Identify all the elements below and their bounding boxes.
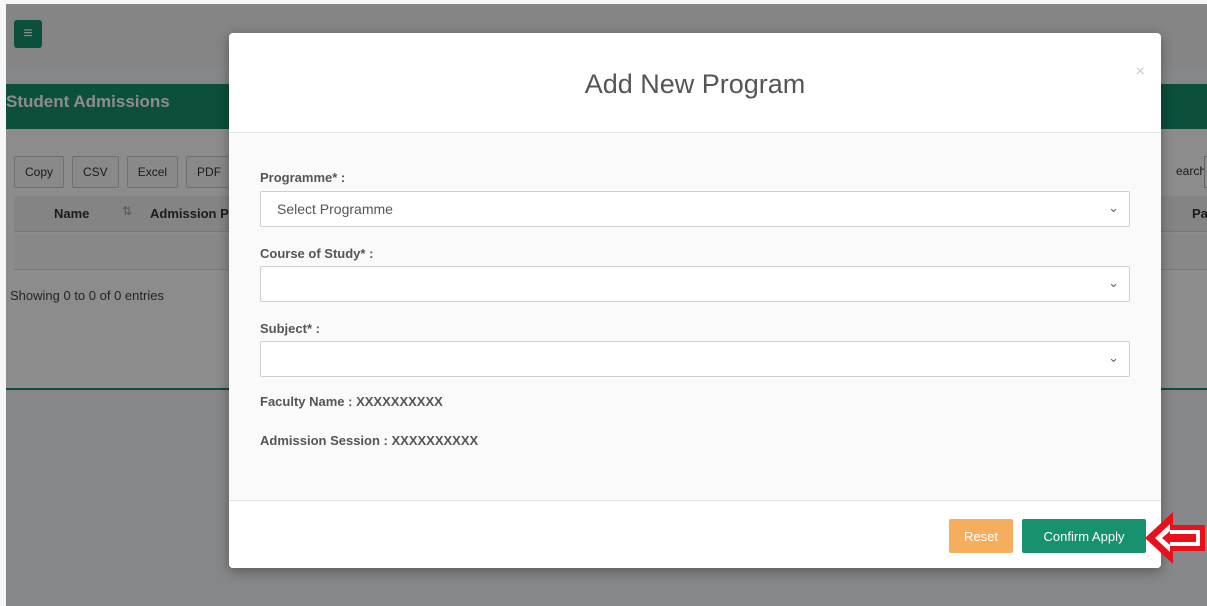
programme-label: Programme* : [260, 170, 346, 185]
add-program-modal: Add New Program × Programme* : Select Pr… [229, 33, 1161, 568]
chevron-down-icon: ⌄ [1108, 200, 1119, 215]
course-label: Course of Study* : [260, 246, 374, 261]
chevron-down-icon: ⌄ [1108, 350, 1119, 365]
programme-select[interactable]: Select Programme ⌄ [260, 191, 1130, 227]
modal-body: Programme* : Select Programme ⌄ Course o… [229, 134, 1161, 500]
subject-select[interactable]: ⌄ [260, 341, 1130, 377]
modal-header: Add New Program × [229, 33, 1161, 133]
chevron-down-icon: ⌄ [1108, 275, 1119, 290]
reset-button[interactable]: Reset [949, 519, 1013, 553]
red-arrow-icon [1145, 512, 1205, 564]
admission-session: Admission Session : XXXXXXXXXX [260, 433, 479, 448]
course-select[interactable]: ⌄ [260, 266, 1130, 302]
close-icon[interactable]: × [1136, 63, 1145, 81]
faculty-name: Faculty Name : XXXXXXXXXX [260, 394, 443, 409]
confirm-apply-button[interactable]: Confirm Apply [1022, 519, 1146, 553]
programme-value: Select Programme [277, 201, 393, 217]
modal-title: Add New Program [584, 69, 806, 99]
modal-footer: Reset Confirm Apply [229, 500, 1161, 568]
subject-label: Subject* : [260, 321, 320, 336]
